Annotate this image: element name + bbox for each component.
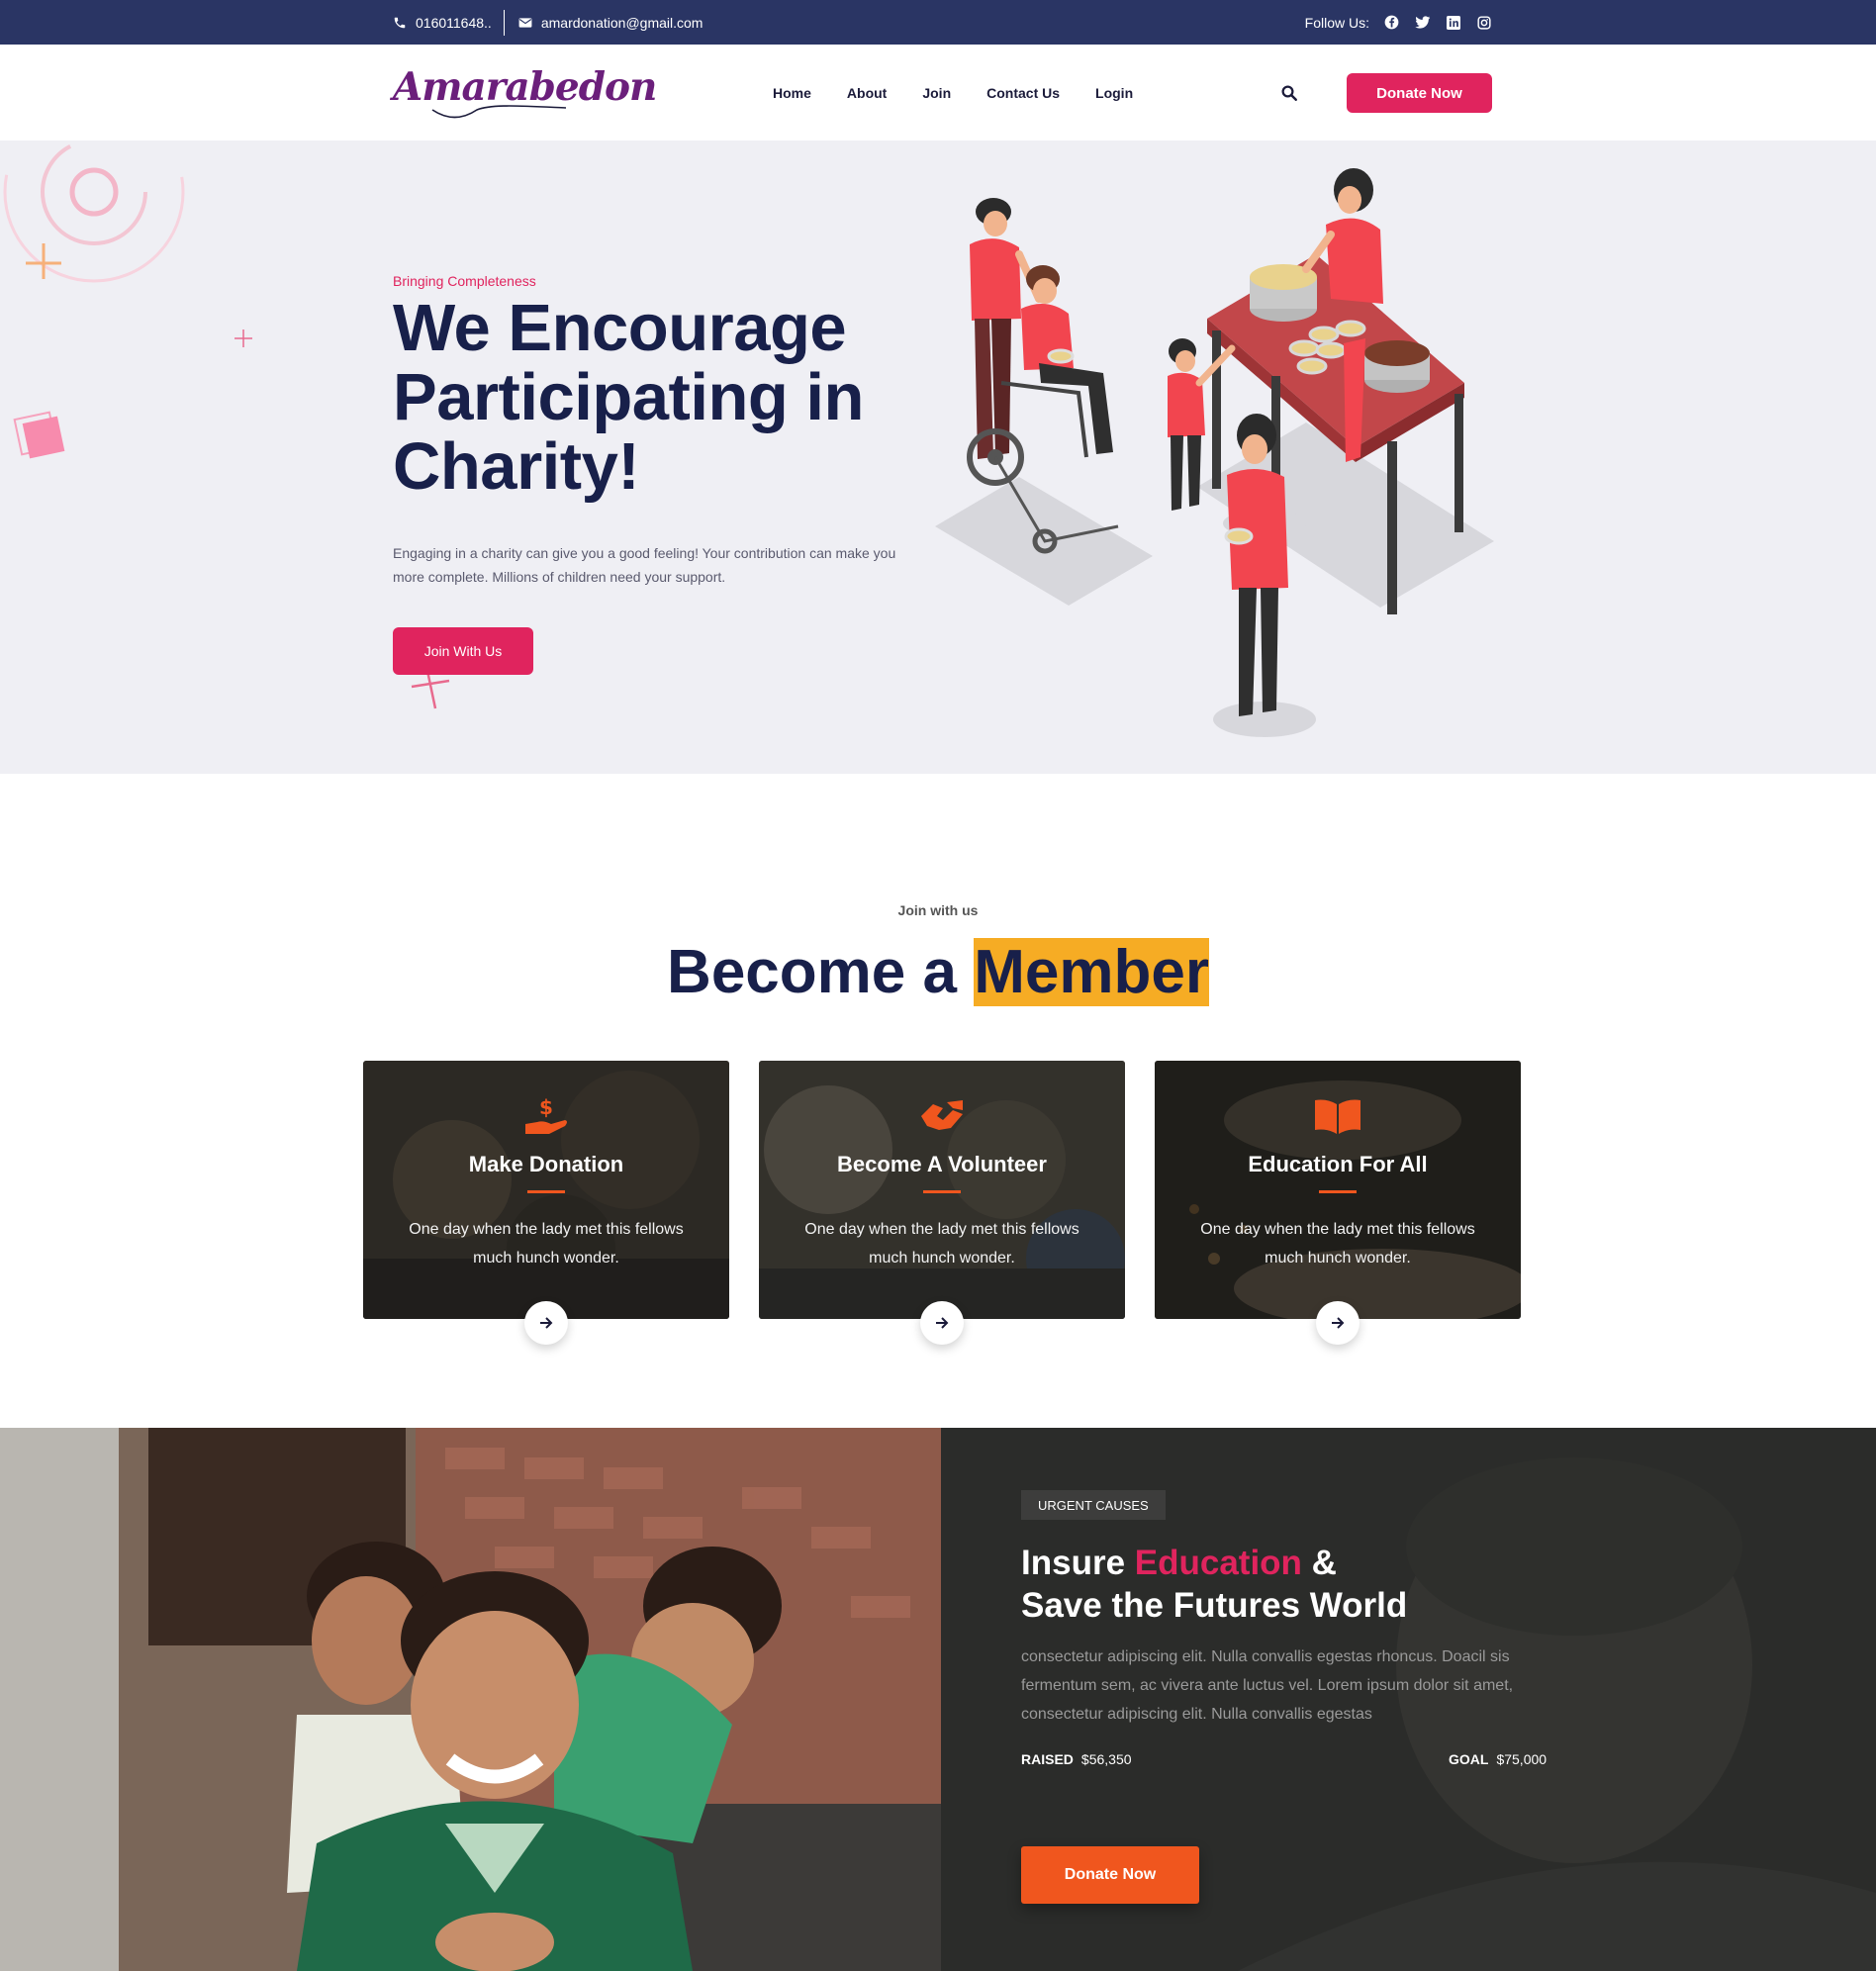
cause-donate-button[interactable]: Donate Now xyxy=(1021,1846,1199,1904)
arrow-right-icon xyxy=(1332,1317,1345,1329)
hero-eyebrow: Bringing Completeness xyxy=(393,273,536,289)
book-icon xyxy=(1315,1099,1360,1134)
card-title: Education For All xyxy=(1248,1152,1428,1176)
envelope-icon xyxy=(518,17,532,28)
nav-home[interactable]: Home xyxy=(773,85,811,101)
handshake-icon xyxy=(921,1100,963,1130)
follow-us: Follow Us: xyxy=(1305,0,1492,45)
card-become-volunteer[interactable]: Become A Volunteer One day when the lady… xyxy=(759,1061,1125,1319)
email-item[interactable]: amardonation@gmail.com xyxy=(518,14,704,31)
member-title-highlight: Member xyxy=(974,938,1209,1006)
search-icon[interactable] xyxy=(1280,84,1298,102)
card-arrow-button[interactable] xyxy=(920,1301,964,1345)
nav-join[interactable]: Join xyxy=(922,85,951,101)
small-plus-decoration xyxy=(234,329,252,347)
member-cards: $ Make Donation One day when the lady me… xyxy=(363,1061,1521,1348)
card-title: Make Donation xyxy=(468,1152,624,1176)
join-with-us-button[interactable]: Join With Us xyxy=(393,627,533,675)
top-bar: 016011648.. amardonation@gmail.com Follo… xyxy=(0,0,1876,45)
hero-title: We Encourage Participating in Charity! xyxy=(393,291,864,504)
nav-login[interactable]: Login xyxy=(1095,85,1133,101)
raised-label: RAISED xyxy=(1021,1751,1074,1767)
email-address: amardonation@gmail.com xyxy=(540,14,704,31)
square-decoration xyxy=(13,411,65,459)
goal-value: $75,000 xyxy=(1496,1751,1548,1767)
card-text: One day when the lady met this fellows m… xyxy=(1200,1221,1475,1267)
cause-description: consectetur adipiscing elit. Nulla conva… xyxy=(1021,1648,1514,1723)
goal-label: GOAL xyxy=(1449,1751,1489,1767)
divider xyxy=(503,9,505,36)
member-title-plain: Become a xyxy=(667,938,975,1006)
instagram-icon[interactable] xyxy=(1475,14,1492,31)
cause-title-line2: Save the Futures World xyxy=(1021,1586,1408,1625)
arrow-right-icon xyxy=(540,1317,553,1329)
follow-label: Follow Us: xyxy=(1304,14,1369,31)
site-header: Amarabedon Home About Join Contact Us Lo… xyxy=(0,45,1876,141)
card-text: One day when the lady met this fellows m… xyxy=(804,1221,1079,1267)
urgent-causes-section: URGENT CAUSES Insure Education & Save th… xyxy=(0,1428,1876,1971)
raised-value: $56,350 xyxy=(1080,1751,1132,1767)
card-arrow-button[interactable] xyxy=(1316,1301,1360,1345)
logo-swash-icon xyxy=(431,105,567,119)
phone-number: 016011648.. xyxy=(416,14,492,31)
twitter-icon[interactable] xyxy=(1414,14,1431,31)
children-photo xyxy=(0,1428,941,1971)
card-education-for-all[interactable]: Education For All One day when the lady … xyxy=(1155,1061,1521,1319)
cause-title: Insure Education & Save the Futures Worl… xyxy=(1021,1542,1536,1627)
cause-title-part1: Insure xyxy=(1021,1544,1135,1582)
children-photo-image xyxy=(0,1428,941,1971)
urgent-causes-badge: URGENT CAUSES xyxy=(1021,1490,1166,1520)
card-title: Become A Volunteer xyxy=(837,1152,1047,1176)
card-text: One day when the lady met this fellows m… xyxy=(409,1221,684,1267)
nav-contact-us[interactable]: Contact Us xyxy=(986,85,1060,101)
facebook-icon[interactable] xyxy=(1383,14,1400,31)
nav-about[interactable]: About xyxy=(847,85,887,101)
linkedin-icon[interactable] xyxy=(1445,14,1461,31)
charity-illustration xyxy=(935,168,1494,737)
donation-hand-icon: $ xyxy=(525,1095,567,1134)
raised-amount: RAISED $56,350 xyxy=(1021,1751,1132,1767)
card-underline xyxy=(527,1190,565,1193)
phone-item[interactable]: 016011648.. xyxy=(393,15,492,31)
hero-section: Bringing Completeness We Encourage Parti… xyxy=(0,141,1876,774)
contact-info: 016011648.. amardonation@gmail.com xyxy=(393,0,703,45)
site-logo[interactable]: Amarabedon xyxy=(393,64,657,122)
card-underline xyxy=(923,1190,961,1193)
plus-decoration xyxy=(26,243,61,279)
card-underline xyxy=(1319,1190,1357,1193)
goal-amount: GOAL $75,000 xyxy=(1449,1751,1547,1767)
cause-title-highlight: Education xyxy=(1134,1544,1302,1582)
member-eyebrow: Join with us xyxy=(897,902,979,918)
card-arrow-button[interactable] xyxy=(524,1301,568,1345)
card-make-donation[interactable]: $ Make Donation One day when the lady me… xyxy=(363,1061,729,1319)
cause-title-part2: & xyxy=(1301,1544,1337,1582)
arrow-right-icon xyxy=(936,1317,949,1329)
header-donate-button[interactable]: Donate Now xyxy=(1347,73,1492,113)
main-nav: Home About Join Contact Us Login xyxy=(773,45,1133,141)
svg-text:$: $ xyxy=(539,1095,553,1119)
member-title: Become a Member xyxy=(0,937,1876,1007)
hero-text: Engaging in a charity can give you a goo… xyxy=(393,545,896,585)
phone-icon xyxy=(394,17,406,28)
